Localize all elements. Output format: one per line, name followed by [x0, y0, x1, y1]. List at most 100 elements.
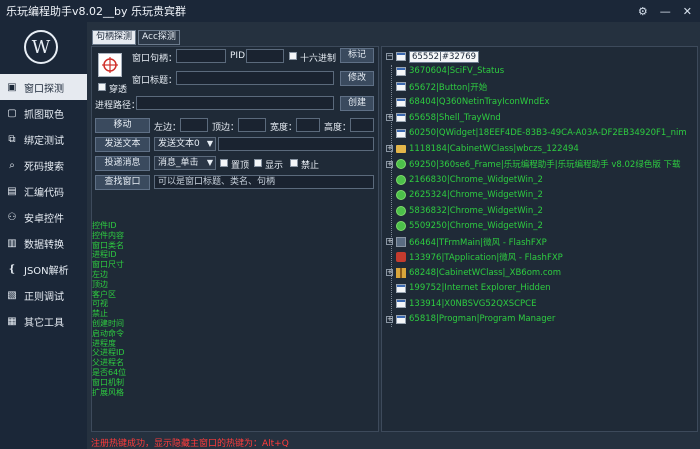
sidebar-item-dead-code-search[interactable]: ⌕ 死码搜索 [0, 152, 87, 178]
expand-icon[interactable]: + [386, 269, 393, 277]
width-label: 宽度： [270, 123, 298, 133]
sidebar-item-assembly-code[interactable]: ▤ 汇编代码 [0, 178, 87, 204]
tree-node[interactable]: + 1118184|CabinetWClass|wbczs_122494 [386, 143, 579, 155]
sidebar-item-other-tools[interactable]: ▦ 其它工具 [0, 308, 87, 334]
tab-handle-probe[interactable]: 句柄探测 [92, 30, 137, 45]
height-input[interactable] [350, 118, 374, 132]
expand-icon[interactable]: + [386, 114, 393, 122]
globe-icon [396, 221, 406, 232]
sidebar-item-label: 抓图取色 [24, 109, 64, 121]
path-label: 进程路径： [95, 101, 141, 111]
expand-icon[interactable]: + [386, 315, 393, 323]
info-item: 窗口机制 [92, 377, 124, 387]
expand-icon[interactable]: + [386, 238, 393, 246]
tree-node[interactable]: 3670604|SciFV_Status [396, 66, 504, 78]
globe-icon [396, 205, 406, 216]
tree-node-label: 65658|Shell_TrayWnd [409, 112, 501, 123]
create-button[interactable]: 创建 [340, 96, 374, 111]
handle-input[interactable] [176, 49, 226, 63]
chevron-down-icon: ▼ [206, 139, 213, 148]
sidebar-item-data-convert[interactable]: ▥ 数据转换 [0, 230, 87, 256]
regex-icon: ▧ [7, 289, 17, 301]
topmost-checkbox[interactable] [220, 159, 228, 167]
tree-node-label: 65672|Button|开始 [409, 82, 488, 93]
find-window-button[interactable]: 查找窗口 [95, 175, 150, 190]
tree-node[interactable]: 68404|Q360NetinTrayIconWndEx [396, 97, 550, 109]
send-text-button[interactable]: 发送文本 [95, 137, 150, 152]
settings-icon[interactable]: ⚙ [638, 5, 648, 18]
move-button[interactable]: 移动 [95, 118, 150, 133]
send-text-input[interactable] [218, 137, 374, 151]
tree-node[interactable]: 65672|Button|开始 [396, 81, 487, 93]
expand-icon[interactable]: + [386, 145, 393, 153]
sidebar-item-label: 正则调试 [24, 291, 64, 303]
tree-node-label: 68404|Q360NetinTrayIconWndEx [409, 97, 550, 108]
show-checkbox[interactable] [254, 159, 262, 167]
tree-node[interactable]: 5509250|Chrome_WidgetWin_2 [396, 221, 543, 233]
top-input[interactable] [238, 118, 266, 132]
tree-root-node[interactable]: − 65552|#32769 [386, 50, 480, 63]
tree-node[interactable]: + 68248|CabinetWClass|_XB6om.com [386, 267, 561, 279]
tree-node-label: 5836832|Chrome_WidgetWin_2 [409, 205, 543, 216]
tree-node[interactable]: 199752|Internet Explorer_Hidden [396, 283, 551, 295]
sidebar-item-android-controls[interactable]: ⚇ 安卓控件 [0, 204, 87, 230]
sidebar-item-label: 死码搜索 [24, 161, 64, 173]
sidebar-item-label: 绑定测试 [24, 135, 64, 147]
transparent-checkbox[interactable] [98, 83, 106, 91]
hex-checkbox[interactable] [289, 52, 297, 60]
tree-node[interactable]: 133914|X0NBSVG52QXSCPCE [396, 298, 536, 310]
tree-node[interactable]: + 69250|360se6_Frame|乐玩编程助手|乐玩编程助手 v8.02… [386, 159, 681, 170]
app-icon [396, 236, 406, 247]
info-item: 是否64位 [92, 367, 127, 377]
convert-icon: ▥ [7, 237, 17, 249]
tree-node-label: 2625324|Chrome_WidgetWin_2 [409, 190, 543, 201]
sidebar-item-capture-color[interactable]: ▢ 抓图取色 [0, 100, 87, 126]
tab-acc-probe[interactable]: Acc探测 [138, 30, 180, 45]
sidebar-item-json-parse[interactable]: ❴ JSON解析 [0, 256, 87, 282]
tree-node-label: 65818|Progman|Program Manager [409, 314, 556, 325]
tree-node[interactable]: 5836832|Chrome_WidgetWin_2 [396, 205, 543, 217]
tree-node[interactable]: 2166830|Chrome_WidgetWin_2 [396, 174, 543, 186]
zip-icon [396, 267, 406, 278]
tree-node-label: 68248|CabinetWClass|_XB6om.com [409, 267, 562, 278]
window-controls: ⚙ — ✕ [638, 5, 700, 18]
left-input[interactable] [180, 118, 208, 132]
info-item: 进程度 [92, 338, 116, 348]
tree-node[interactable]: 133976|TApplication|微风 - FlashFXP [396, 252, 563, 263]
title-input[interactable] [176, 71, 334, 85]
tree-node[interactable]: + 65818|Progman|Program Manager [386, 314, 555, 326]
tree-node[interactable]: 2625324|Chrome_WidgetWin_2 [396, 190, 543, 202]
sidebar-item-label: 汇编代码 [24, 187, 64, 199]
sidebar-item-label: 其它工具 [24, 317, 64, 329]
tree-node[interactable]: 60250|QWidget|18EEF4DE-83B3-49CA-A03A-DF… [396, 128, 687, 140]
disable-checkbox[interactable] [290, 159, 298, 167]
send-text-select[interactable]: 发送文本0 ▼ [154, 137, 216, 151]
tree-node[interactable]: + 65658|Shell_TrayWnd [386, 112, 501, 124]
expand-icon[interactable]: + [386, 160, 393, 168]
tree-node[interactable]: + 66464|TFrmMain|微风 - FlashFXP [386, 236, 547, 248]
tree-node-label: 1118184|CabinetWClass|wbczs_122494 [409, 143, 579, 154]
crosshair-target-icon[interactable] [98, 53, 122, 77]
path-input[interactable] [136, 96, 334, 110]
window-icon [396, 66, 406, 76]
post-message-button[interactable]: 投递消息 [95, 156, 150, 171]
code-icon: ▤ [7, 185, 17, 197]
modify-button[interactable]: 修改 [340, 71, 374, 86]
minimize-icon[interactable]: — [660, 5, 671, 18]
collapse-icon[interactable]: − [386, 53, 393, 61]
post-message-select[interactable]: 消息_单击 ▼ [154, 156, 216, 170]
sidebar-item-regex-debug[interactable]: ▧ 正则调试 [0, 282, 87, 308]
info-item: 父进程ID [92, 348, 125, 358]
capture-icon: ▢ [7, 107, 17, 119]
width-input[interactable] [296, 118, 320, 132]
send-text-select-value: 发送文本0 [158, 139, 200, 149]
sidebar: W ▣ 窗口探测 ▢ 抓图取色 ⧉ 绑定测试 ⌕ 死码搜索 ▤ 汇编代码 ⚇ 安… [0, 22, 87, 449]
mark-button[interactable]: 标记 [340, 48, 374, 63]
sidebar-item-bind-test[interactable]: ⧉ 绑定测试 [0, 126, 87, 152]
tree-guide-line [391, 65, 392, 327]
close-icon[interactable]: ✕ [683, 5, 692, 18]
pid-input[interactable] [246, 49, 284, 63]
show-label: 显示 [265, 161, 284, 171]
find-window-input[interactable]: 可以是窗口标题、类名、句柄 [154, 175, 374, 189]
sidebar-item-window-probe[interactable]: ▣ 窗口探测 [0, 74, 87, 100]
